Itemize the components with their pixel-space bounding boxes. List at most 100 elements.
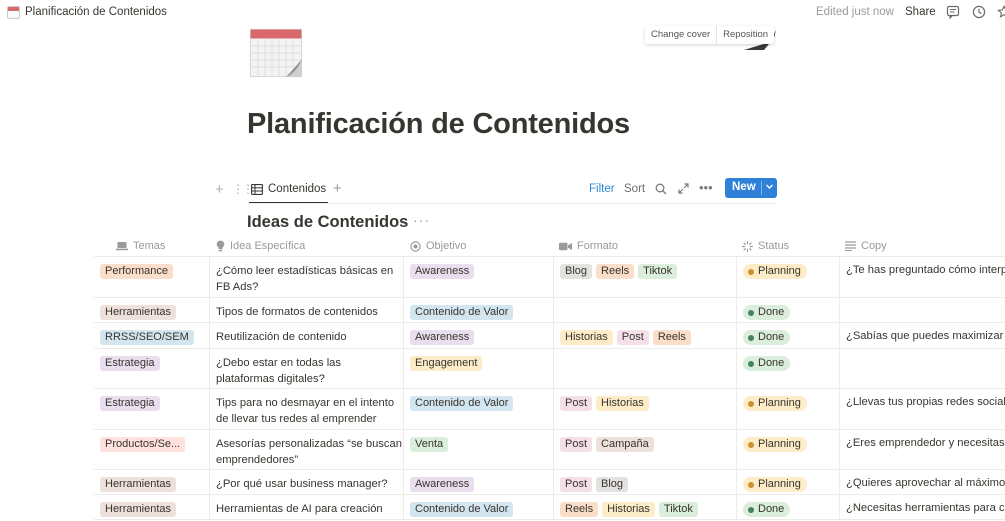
formato-tag[interactable]: Blog	[596, 477, 629, 492]
status-badge[interactable]: Planning	[743, 477, 807, 492]
database-title[interactable]: Ideas de Contenidos	[247, 213, 408, 232]
formato-tag[interactable]: Post	[616, 330, 649, 345]
table-row[interactable]: RRSS/SEO/SEM Reutilización de contenido Aw…	[94, 323, 1005, 349]
search-icon[interactable]	[655, 183, 667, 195]
objetivo-tag[interactable]: Awareness	[410, 330, 475, 345]
idea-cell[interactable]: ¿Cómo leer estadísticas básicas en FB Ad…	[210, 257, 404, 297]
objetivo-cell[interactable]: Awareness	[404, 257, 554, 297]
copy-cell[interactable]: ¿Sabías que puedes maximizar tu	[840, 323, 1005, 348]
column-header-objetivo[interactable]: Objetivo	[410, 240, 466, 252]
table-row[interactable]: Herramientas Tipos de formatos de conteni…	[94, 298, 1005, 323]
copy-cell[interactable]: ¿Eres emprendedor y necesitas a	[840, 430, 1005, 469]
status-badge[interactable]: Planning	[743, 396, 807, 411]
formato-tag[interactable]: Reels	[652, 330, 691, 345]
formato-tag[interactable]: Tiktok	[658, 502, 698, 517]
table-row[interactable]: Estrategia ¿Debo estar en todas las plata…	[94, 349, 1005, 389]
star-icon[interactable]	[997, 5, 1005, 19]
temas-cell[interactable]: Performance	[94, 257, 210, 297]
idea-cell[interactable]: Asesorías personalizadas “se buscan empr…	[210, 430, 404, 469]
table-row[interactable]: Herramientas ¿Por qué usar business manag…	[94, 470, 1005, 495]
tab-contenidos[interactable]: Contenidos	[249, 178, 329, 204]
formato-cell[interactable]: Historias Post Reels	[554, 323, 737, 348]
objetivo-tag[interactable]: Venta	[410, 437, 449, 452]
status-cell[interactable]: Done	[737, 495, 840, 519]
status-cell[interactable]: Done	[737, 349, 840, 388]
status-badge[interactable]: Planning	[743, 437, 807, 452]
objetivo-tag[interactable]: Contenido de Valor	[410, 396, 514, 411]
status-cell[interactable]: Planning	[737, 257, 840, 297]
formato-cell[interactable]	[554, 349, 737, 388]
tema-tag[interactable]: Herramientas	[100, 502, 177, 517]
status-badge[interactable]: Planning	[743, 264, 807, 279]
temas-cell[interactable]: Estrategia	[94, 349, 210, 388]
idea-cell[interactable]: Herramientas de AI para creación	[210, 495, 404, 519]
idea-cell[interactable]: ¿Debo estar en todas las plataformas dig…	[210, 349, 404, 388]
change-cover-button[interactable]: Change cover	[645, 26, 716, 44]
temas-cell[interactable]: Productos/Se...	[94, 430, 210, 469]
column-header-status[interactable]: Status	[742, 240, 789, 252]
column-header-temas[interactable]: Temas	[116, 240, 165, 252]
more-options-icon[interactable]: •••	[699, 180, 713, 195]
status-cell[interactable]: Planning	[737, 389, 840, 429]
filter-button[interactable]: Filter	[589, 183, 615, 195]
tema-tag[interactable]: Productos/Se...	[100, 437, 186, 452]
formato-tag[interactable]: Historias	[602, 502, 655, 517]
idea-cell[interactable]: Reutilización de contenido	[210, 323, 404, 348]
reposition-button[interactable]: Reposition	[716, 26, 774, 44]
objetivo-cell[interactable]: Awareness	[404, 323, 554, 348]
add-view-icon[interactable]: +	[333, 180, 342, 197]
table-row[interactable]: Estrategia Tips para no desmayar en el in…	[94, 389, 1005, 430]
formato-cell[interactable]: Post Campaña	[554, 430, 737, 469]
expand-icon[interactable]	[678, 183, 689, 194]
formato-tag[interactable]: Blog	[560, 264, 593, 279]
objetivo-tag[interactable]: Contenido de Valor	[410, 502, 514, 517]
status-cell[interactable]: Done	[737, 323, 840, 348]
idea-cell[interactable]: Tips para no desmayar en el intento de l…	[210, 389, 404, 429]
copy-cell[interactable]	[840, 349, 1005, 388]
tema-tag[interactable]: Estrategia	[100, 356, 160, 371]
status-badge[interactable]: Done	[743, 502, 791, 517]
tema-tag[interactable]: RRSS/SEO/SEM	[100, 330, 194, 345]
new-button[interactable]: New	[725, 178, 777, 198]
temas-cell[interactable]: RRSS/SEO/SEM	[94, 323, 210, 348]
comment-icon[interactable]	[946, 5, 960, 19]
temas-cell[interactable]: Estrategia	[94, 389, 210, 429]
objetivo-cell[interactable]: Contenido de Valor	[404, 298, 554, 322]
objetivo-cell[interactable]: Engagement	[404, 349, 554, 388]
objetivo-tag[interactable]: Awareness	[410, 477, 475, 492]
formato-tag[interactable]: Reels	[560, 502, 599, 517]
temas-cell[interactable]: Herramientas	[94, 470, 210, 494]
tema-tag[interactable]: Herramientas	[100, 477, 177, 492]
copy-cell[interactable]	[840, 298, 1005, 322]
objetivo-tag[interactable]: Engagement	[410, 356, 483, 371]
idea-cell[interactable]: ¿Por qué usar business manager?	[210, 470, 404, 494]
status-badge[interactable]: Done	[743, 356, 791, 371]
breadcrumb-page[interactable]: Planificación de Contenidos	[25, 6, 167, 18]
table-row[interactable]: Productos/Se... Asesorías personalizadas …	[94, 430, 1005, 470]
database-more-icon[interactable]: ···	[413, 212, 430, 228]
copy-cell[interactable]: ¿Necesitas herramientas para crear	[840, 495, 1005, 519]
formato-tag[interactable]: Post	[560, 477, 593, 492]
table-row[interactable]: Performance ¿Cómo leer estadísticas básic…	[94, 257, 1005, 298]
temas-cell[interactable]: Herramientas	[94, 298, 210, 322]
table-row[interactable]: Herramientas Herramientas de AI para crea…	[94, 495, 1005, 520]
formato-tag[interactable]: Post	[560, 396, 593, 411]
tema-tag[interactable]: Performance	[100, 264, 173, 279]
copy-cell[interactable]: ¿Llevas tus propias redes sociales	[840, 389, 1005, 429]
tema-tag[interactable]: Herramientas	[100, 305, 177, 320]
objetivo-tag[interactable]: Awareness	[410, 264, 475, 279]
formato-tag[interactable]: Reels	[596, 264, 635, 279]
temas-cell[interactable]: Herramientas	[94, 495, 210, 519]
formato-tag[interactable]: Historias	[596, 396, 649, 411]
sort-button[interactable]: Sort	[624, 183, 645, 195]
objetivo-cell[interactable]: Contenido de Valor	[404, 389, 554, 429]
copy-cell[interactable]: ¿Quieres aprovechar al máximo tu	[840, 470, 1005, 494]
formato-cell[interactable]: Post Blog	[554, 470, 737, 494]
status-badge[interactable]: Done	[743, 330, 791, 345]
calendar-icon[interactable]	[250, 29, 302, 77]
idea-cell[interactable]: Tipos de formatos de contenidos	[210, 298, 404, 322]
column-header-copy[interactable]: Copy	[845, 240, 887, 252]
objetivo-cell[interactable]: Awareness	[404, 470, 554, 494]
formato-cell[interactable]	[554, 298, 737, 322]
column-header-formato[interactable]: Formato	[559, 240, 618, 252]
